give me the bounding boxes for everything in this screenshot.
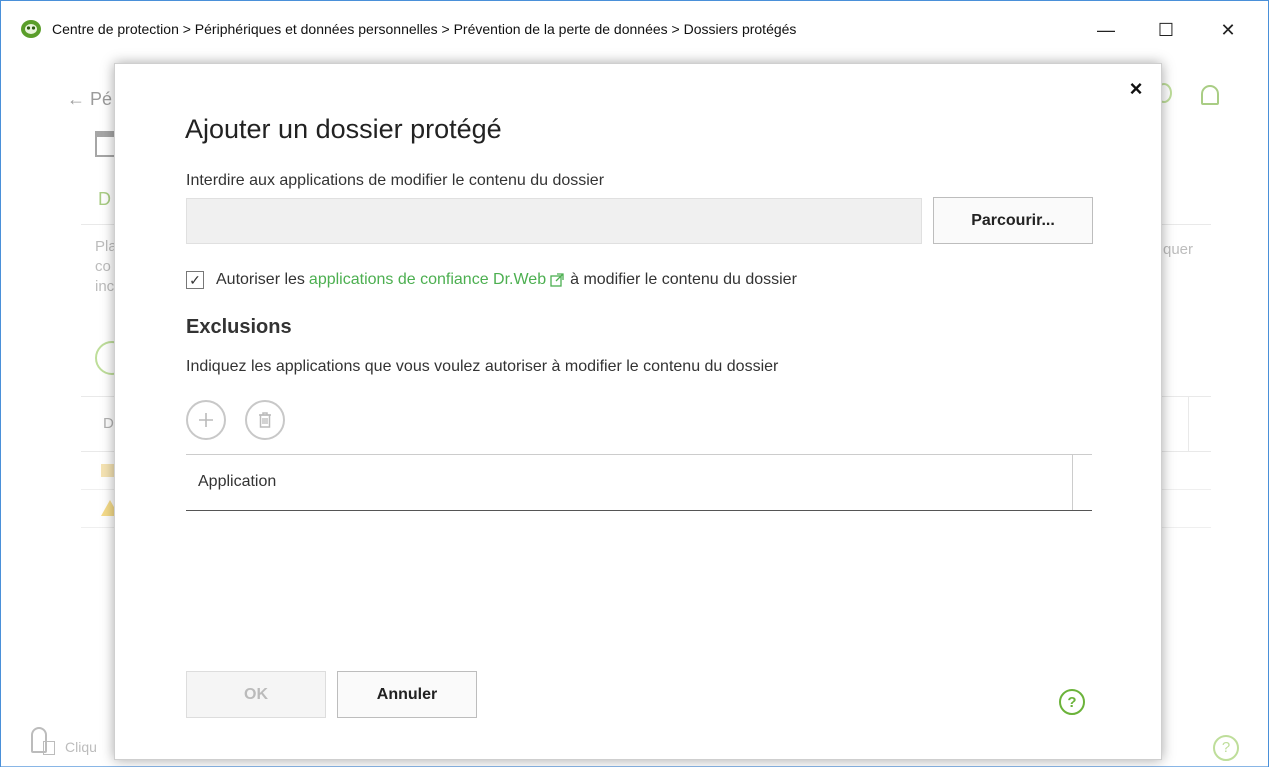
folder-path-input[interactable] xyxy=(186,198,922,244)
window-title: Centre de protection > Périphériques et … xyxy=(52,21,797,37)
minimize-button[interactable]: — xyxy=(1091,15,1121,45)
maximize-button[interactable]: ☐ xyxy=(1151,15,1181,45)
window-close-button[interactable]: ✕ xyxy=(1213,15,1243,45)
column-header-application[interactable]: Application xyxy=(198,473,276,491)
add-protected-folder-dialog: × Ajouter un dossier protégé Interdire a… xyxy=(114,63,1162,760)
dialog-close-icon[interactable]: × xyxy=(1125,78,1147,100)
dialog-title: Ajouter un dossier protégé xyxy=(185,114,502,144)
app-window: Centre de protection > Périphériques et … xyxy=(0,0,1269,767)
ok-button[interactable]: OK xyxy=(186,671,326,718)
applications-table-header: Application xyxy=(186,454,1092,511)
trusted-apps-link[interactable]: applications de confiance Dr.Web xyxy=(309,271,546,289)
trusted-apps-option: ✓ Autoriser les applications de confianc… xyxy=(186,269,797,291)
plus-icon xyxy=(199,413,213,427)
exclusions-heading: Exclusions xyxy=(186,316,292,338)
delete-application-button[interactable] xyxy=(245,400,285,440)
title-bar: Centre de protection > Périphériques et … xyxy=(1,1,1268,59)
trusted-apps-checkbox[interactable]: ✓ xyxy=(186,271,204,289)
trusted-suffix-text: à modifier le contenu du dossier xyxy=(570,271,797,288)
exclusions-description: Indiquez les applications que vous voule… xyxy=(186,358,779,375)
browse-button[interactable]: Parcourir... xyxy=(933,197,1093,244)
trash-icon xyxy=(259,412,271,428)
column-divider[interactable] xyxy=(1072,455,1073,510)
trusted-prefix-text: Autoriser les xyxy=(216,271,305,288)
drweb-logo-icon xyxy=(21,20,41,38)
add-application-button[interactable] xyxy=(186,400,226,440)
external-link-icon[interactable] xyxy=(550,273,564,287)
cancel-button[interactable]: Annuler xyxy=(337,671,477,718)
help-icon[interactable]: ? xyxy=(1059,689,1085,715)
folder-label: Interdire aux applications de modifier l… xyxy=(186,172,605,189)
